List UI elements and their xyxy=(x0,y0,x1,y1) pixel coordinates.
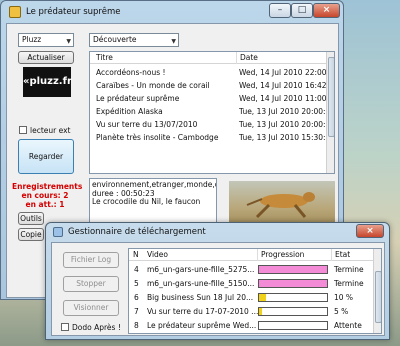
dm-title: Gestionnaire de téléchargement xyxy=(68,227,206,237)
item-date: Tue, 13 Jul 2010 15:30:... xyxy=(239,133,333,142)
dm-titlebar[interactable]: Gestionnaire de téléchargement × xyxy=(46,223,389,241)
column-title[interactable]: Titre xyxy=(96,52,113,64)
item-date: Wed, 14 Jul 2010 11:00:... xyxy=(239,94,335,103)
main-titlebar[interactable]: Le prédateur suprême – □ × xyxy=(1,1,343,23)
download-progress-bar xyxy=(258,321,328,330)
item-title: Expédition Alaska xyxy=(96,107,163,116)
item-date: Tue, 13 Jul 2010 20:00:... xyxy=(239,107,333,116)
close-button[interactable]: × xyxy=(313,3,340,18)
tools-button[interactable]: Outils xyxy=(18,212,44,225)
column-progress[interactable]: Progression xyxy=(257,249,304,261)
download-row[interactable]: 4 m6_un-gars-une-fille_5275... Termine xyxy=(129,263,373,276)
download-video: Le prédateur suprême Wed... xyxy=(147,321,257,330)
program-list: Titre Date Accordéons-nous ! Wed, 14 Jul … xyxy=(89,51,335,174)
download-video: Vu sur terre du 17-07-2010 ... xyxy=(147,307,259,316)
item-title: Le prédateur suprême xyxy=(96,94,180,103)
download-row[interactable]: 6 Big business Sun 18 Jul 20... 10 % xyxy=(129,291,373,304)
download-state: Termine xyxy=(334,279,364,288)
download-row[interactable]: 7 Vu sur terre du 17-07-2010 ... 5 % xyxy=(129,305,373,318)
item-date: Tue, 13 Jul 2010 20:00:... xyxy=(239,120,333,129)
watch-button[interactable]: Regarder xyxy=(18,139,74,174)
app-icon xyxy=(9,6,21,18)
download-video: Big business Sun 18 Jul 20... xyxy=(147,293,254,302)
dm-list-header: N Video Progression Etat xyxy=(129,249,373,261)
shutdown-label: Dodo Après ! xyxy=(72,323,121,332)
shutdown-checkbox[interactable] xyxy=(61,323,69,331)
item-title: Caraïbes - Un monde de corail xyxy=(96,81,210,90)
download-state: 10 % xyxy=(334,293,354,302)
list-item[interactable]: Vu sur terre du 13/07/2010 Tue, 13 Jul 20… xyxy=(90,118,333,131)
download-row[interactable]: 8 Le prédateur suprême Wed... Attente xyxy=(129,319,373,332)
download-state: Termine xyxy=(334,265,364,274)
column-n[interactable]: N xyxy=(133,249,139,261)
download-manager-window: Gestionnaire de téléchargement × Fichier… xyxy=(45,222,390,340)
refresh-button[interactable]: Actualiser xyxy=(18,51,74,64)
ext-player-checkbox[interactable] xyxy=(19,126,27,134)
maximize-button[interactable]: □ xyxy=(291,3,313,18)
download-list: N Video Progression Etat 4 m6_un-gars-une… xyxy=(128,248,382,334)
category-combo[interactable]: Découverte ▼ xyxy=(89,33,179,47)
column-date[interactable]: Date xyxy=(236,52,258,64)
column-state[interactable]: Etat xyxy=(331,249,350,261)
list-item[interactable]: Accordéons-nous ! Wed, 14 Jul 2010 22:00:… xyxy=(90,66,334,79)
download-progress-bar xyxy=(258,307,328,316)
download-number: 7 xyxy=(134,307,139,316)
download-progress-bar xyxy=(258,265,328,274)
item-date: Wed, 14 Jul 2010 16:42:... xyxy=(239,81,335,90)
progress-fill xyxy=(259,266,327,273)
list-item[interactable]: Planète très insolite - Cambodge Tue, 13 … xyxy=(90,131,333,144)
pluzz-logo: «pluzz.fr xyxy=(23,67,72,97)
chevron-down-icon: ▼ xyxy=(171,38,176,45)
download-state: Attente xyxy=(334,321,362,330)
dm-close-button[interactable]: × xyxy=(356,224,384,238)
list-header: Titre Date xyxy=(90,52,326,64)
window-title: Le prédateur suprême xyxy=(26,7,121,17)
recording-current: en cours: 2 xyxy=(21,191,69,200)
progress-fill xyxy=(259,280,327,287)
recording-status: Enregistrements xyxy=(12,182,83,191)
item-title: Vu sur terre du 13/07/2010 xyxy=(96,120,198,129)
ext-player-label: lecteur ext xyxy=(30,126,71,135)
file-log-button[interactable]: Fichier Log xyxy=(63,252,119,268)
progress-fill xyxy=(259,308,263,315)
download-number: 8 xyxy=(134,321,139,330)
program-info: environnement,etranger,monde,documentair… xyxy=(89,178,217,224)
source-combo-value: Pluzz xyxy=(22,35,42,44)
dm-app-icon xyxy=(53,227,63,237)
list-item[interactable]: Caraïbes - Un monde de corail Wed, 14 Jul… xyxy=(90,79,334,92)
download-progress-bar xyxy=(258,279,328,288)
item-date: Wed, 14 Jul 2010 22:00:... xyxy=(239,68,335,77)
list-scrollbar[interactable] xyxy=(326,52,334,173)
list-item[interactable]: Expédition Alaska Tue, 13 Jul 2010 20:00:… xyxy=(90,105,333,118)
dm-list-scrollbar[interactable] xyxy=(373,249,381,333)
category-combo-value: Découverte xyxy=(93,35,137,44)
stop-button[interactable]: Stopper xyxy=(63,276,119,292)
column-video[interactable]: Video xyxy=(147,249,168,261)
item-title: Accordéons-nous ! xyxy=(96,68,166,77)
download-video: m6_un-gars-une-fille_5275... xyxy=(147,265,255,274)
item-title: Planète très insolite - Cambodge xyxy=(96,133,219,142)
view-button[interactable]: Visionner xyxy=(63,300,119,316)
list-item[interactable]: Le prédateur suprême Wed, 14 Jul 2010 11:… xyxy=(90,92,334,105)
download-row[interactable]: 5 m6_un-gars-une-fille_5150... Termine xyxy=(129,277,373,290)
download-number: 4 xyxy=(134,265,139,274)
download-progress-bar xyxy=(258,293,328,302)
dm-client-area: Fichier Log Stopper Visionner Dodo Après… xyxy=(51,242,385,336)
download-number: 5 xyxy=(134,279,139,288)
copy-button[interactable]: Copie xyxy=(18,228,44,241)
scrollbar-thumb[interactable] xyxy=(328,57,334,137)
chevron-down-icon: ▼ xyxy=(66,38,71,45)
minimize-button[interactable]: – xyxy=(269,3,291,18)
source-combo[interactable]: Pluzz ▼ xyxy=(18,33,74,47)
download-state: 5 % xyxy=(334,307,349,316)
dm-scrollbar-thumb[interactable] xyxy=(375,271,381,323)
download-number: 6 xyxy=(134,293,139,302)
recording-pending: en att.: 1 xyxy=(25,200,65,209)
info-text: Le crocodile du Nil, le faucon xyxy=(92,197,201,206)
download-video: m6_un-gars-une-fille_5150... xyxy=(147,279,255,288)
progress-fill xyxy=(259,294,266,301)
